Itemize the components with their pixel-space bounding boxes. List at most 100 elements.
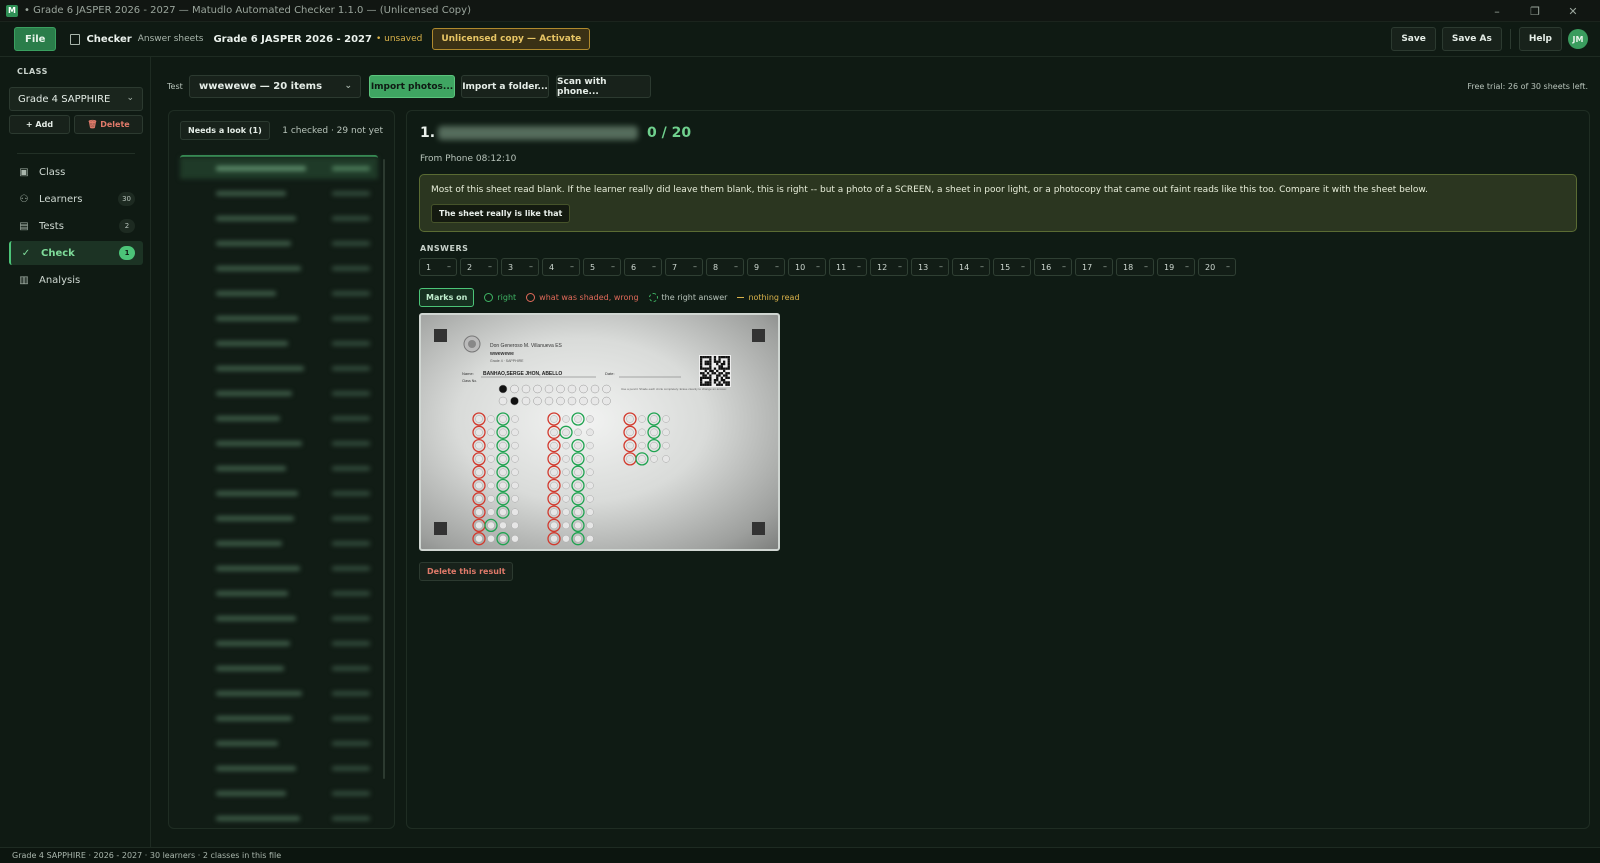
answer-chip-9[interactable]: 9–	[747, 258, 785, 276]
needs-a-look-filter[interactable]: Needs a look (1)	[180, 121, 270, 140]
delete-class-button[interactable]: 🗑 Delete	[74, 115, 143, 134]
list-item[interactable]	[180, 357, 378, 379]
qr-module	[713, 372, 717, 375]
answer-chip-14[interactable]: 14 –	[952, 258, 990, 276]
qr-module	[725, 356, 728, 359]
toolbar: File Checker Answer sheets Grade 6 JASPE…	[0, 22, 1600, 57]
answer-chip-16[interactable]: 16 –	[1034, 258, 1072, 276]
class-select[interactable]: Grade 4 SAPPHIRE ⌄	[9, 87, 143, 111]
answer-chip-2[interactable]: 2–	[460, 258, 498, 276]
list-item[interactable]	[180, 782, 378, 804]
answer-value: –	[1021, 262, 1025, 271]
restore-icon[interactable]: ❐	[1516, 0, 1554, 22]
list-item[interactable]	[180, 757, 378, 779]
list-item[interactable]	[180, 432, 378, 454]
list-item[interactable]	[180, 507, 378, 529]
qr-module	[723, 369, 726, 373]
answer-chip-6[interactable]: 6–	[624, 258, 662, 276]
list-item[interactable]	[180, 457, 378, 479]
answer-chip-17[interactable]: 17 –	[1075, 258, 1113, 276]
list-item[interactable]	[180, 632, 378, 654]
list-item[interactable]	[180, 232, 378, 254]
minimize-icon[interactable]: –	[1478, 0, 1516, 22]
answer-chip-18[interactable]: 18 –	[1116, 258, 1154, 276]
learner-state-redacted	[332, 641, 370, 646]
qr-module	[700, 383, 703, 386]
qr-module	[706, 367, 710, 370]
result-detail-panel: 1. 0 / 20 From Phone 08:12:10 Most of th…	[406, 110, 1590, 829]
list-item[interactable]	[180, 282, 378, 304]
list-item[interactable]	[180, 257, 378, 279]
file-button[interactable]: File	[14, 27, 57, 51]
scan-with-phone-button[interactable]: Scan with phone...	[556, 75, 651, 98]
delete-result-button[interactable]: Delete this result	[419, 562, 514, 581]
save-as-button[interactable]: Save As	[1441, 27, 1502, 51]
learner-name-redacted	[216, 791, 286, 796]
qr-module	[706, 381, 710, 384]
answer-number: 19	[1164, 263, 1175, 272]
answer-chip-8[interactable]: 8–	[706, 258, 744, 276]
answer-bubble	[511, 508, 519, 516]
list-item[interactable]	[180, 557, 378, 579]
list-item[interactable]	[180, 532, 378, 554]
answer-bubble	[586, 441, 594, 450]
learner-list[interactable]	[180, 155, 378, 823]
list-item[interactable]	[180, 407, 378, 429]
list-item[interactable]	[180, 682, 378, 704]
answer-chip-12[interactable]: 12 –	[870, 258, 908, 276]
answer-chip-15[interactable]: 15 –	[993, 258, 1031, 276]
answer-chip-3[interactable]: 3–	[501, 258, 539, 276]
list-item[interactable]	[180, 807, 378, 828]
answer-chip-7[interactable]: 7–	[665, 258, 703, 276]
answer-chip-5[interactable]: 5–	[583, 258, 621, 276]
answer-chip-1[interactable]: 1–	[419, 258, 457, 276]
answer-chip-19[interactable]: 19 –	[1157, 258, 1195, 276]
avatar[interactable]: JM	[1568, 29, 1588, 49]
answer-bubble	[650, 455, 658, 463]
list-item[interactable]	[180, 707, 378, 729]
add-class-button[interactable]: + Add	[9, 115, 70, 134]
list-item[interactable]	[180, 482, 378, 504]
help-button[interactable]: Help	[1518, 27, 1562, 51]
list-item[interactable]	[180, 207, 378, 229]
list-scrollbar[interactable]	[383, 159, 385, 779]
list-item[interactable]	[180, 332, 378, 354]
answer-bubble	[499, 495, 507, 503]
marks-on-toggle[interactable]: Marks on	[419, 288, 475, 307]
list-item[interactable]	[180, 607, 378, 629]
learner-name-redacted	[216, 616, 296, 621]
list-item[interactable]	[180, 157, 378, 179]
id-bubble	[544, 396, 554, 406]
test-select[interactable]: wwewewe — 20 items ⌄	[189, 75, 361, 98]
import-folder-button[interactable]: Import a folder...	[461, 75, 549, 98]
answer-chip-4[interactable]: 4–	[542, 258, 580, 276]
scanned-sheet-image: Don Generoso M. Villanueva ES wwewewe Gr…	[419, 313, 780, 551]
sidebar-item-tests[interactable]: ▤ Tests 2	[9, 214, 143, 238]
qr-module	[704, 362, 707, 366]
list-item[interactable]	[180, 582, 378, 604]
list-item[interactable]	[180, 657, 378, 679]
import-photos-button[interactable]: Import photos...	[369, 75, 455, 98]
sidebar-item-check[interactable]: ✓ Check 1	[9, 241, 143, 265]
answer-chip-13[interactable]: 13 –	[911, 258, 949, 276]
sidebar-item-analysis[interactable]: ▥ Analysis	[9, 268, 143, 292]
close-icon[interactable]: ✕	[1554, 0, 1592, 22]
result-source: From Phone 08:12:10	[420, 154, 517, 164]
learner-state-redacted	[332, 566, 370, 571]
list-item[interactable]	[180, 307, 378, 329]
sidebar-item-learners[interactable]: ⚇ Learners 30	[9, 187, 143, 211]
answer-chip-10[interactable]: 10 –	[788, 258, 826, 276]
answer-bubble	[487, 521, 495, 530]
answer-bubble	[475, 508, 483, 516]
qr-module	[702, 372, 705, 375]
confirm-sheet-button[interactable]: The sheet really is like that	[431, 204, 571, 223]
answer-bubble	[550, 441, 558, 450]
list-item[interactable]	[180, 732, 378, 754]
answer-chip-20[interactable]: 20 –	[1198, 258, 1236, 276]
activate-button[interactable]: Unlicensed copy — Activate	[432, 28, 591, 50]
sidebar-item-class[interactable]: ▣ Class	[9, 160, 143, 184]
list-item[interactable]	[180, 382, 378, 404]
answer-chip-11[interactable]: 11 –	[829, 258, 867, 276]
list-item[interactable]	[180, 182, 378, 204]
save-button[interactable]: Save	[1391, 27, 1436, 51]
